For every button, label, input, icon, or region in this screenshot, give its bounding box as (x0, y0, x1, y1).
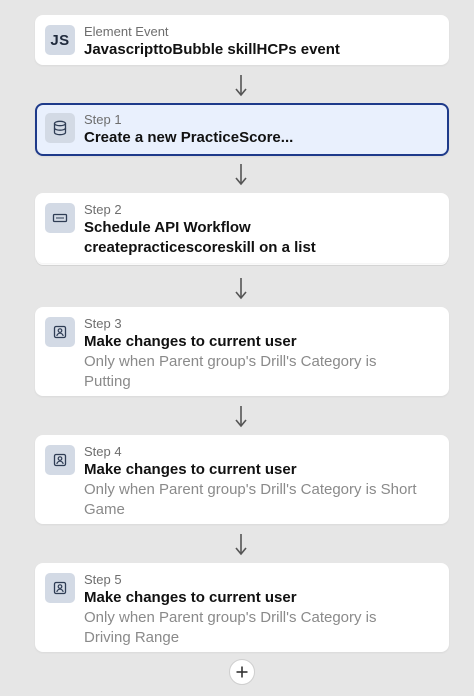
step-5-card[interactable]: Step 5 Make changes to current user Only… (35, 563, 449, 652)
user-card-icon (45, 573, 75, 603)
step-2-card[interactable]: Step 2 Schedule API Workflow createpract… (35, 193, 449, 263)
step-label: Step 4 (84, 444, 122, 459)
step-3-text: Step 3 Make changes to current user Only… (84, 316, 439, 392)
step-condition-line-1: Only when Parent group's Drill's Categor… (84, 609, 377, 626)
step-1-card[interactable]: Step 1 Create a new PracticeScore... (35, 103, 449, 156)
step-title-line-2: createpracticescoreskill on a list (84, 239, 316, 256)
step-label: Step 3 (84, 316, 122, 331)
step-condition-line-2: Putting (84, 373, 131, 390)
add-step-button[interactable] (229, 659, 255, 685)
database-icon (45, 113, 75, 143)
step-3-card[interactable]: Step 3 Make changes to current user Only… (35, 307, 449, 396)
step-condition-line-1: Only when Parent group's Drill's Categor… (84, 353, 377, 370)
step-condition-line-1: Only when Parent group's Drill's Categor… (84, 481, 417, 498)
step-2-text: Step 2 Schedule API Workflow createpract… (84, 202, 439, 258)
user-card-icon (45, 445, 75, 475)
javascript-icon: JS (45, 25, 75, 55)
event-type-label: Element Event (84, 24, 169, 39)
arrow-down-icon (235, 278, 247, 300)
step-4-card[interactable]: Step 4 Make changes to current user Only… (35, 435, 449, 524)
arrow-down-icon (235, 164, 247, 186)
step-title: Create a new PracticeScore... (84, 129, 294, 146)
step-label: Step 2 (84, 202, 122, 217)
event-title: JavascripttoBubble skillHCPs event (84, 41, 340, 58)
arrow-down-icon (235, 534, 247, 556)
step-condition-line-2: Game (84, 501, 125, 518)
step-label: Step 5 (84, 572, 122, 587)
api-workflow-icon (45, 203, 75, 233)
step-title: Make changes to current user (84, 461, 297, 478)
event-text: Element Event JavascripttoBubble skillHC… (84, 24, 439, 60)
plus-icon (236, 666, 248, 678)
step-label: Step 1 (84, 112, 122, 127)
step-title: Make changes to current user (84, 333, 297, 350)
step-4-text: Step 4 Make changes to current user Only… (84, 444, 439, 520)
step-condition-line-2: Driving Range (84, 629, 180, 646)
step-title: Make changes to current user (84, 589, 297, 606)
arrow-down-icon (235, 406, 247, 428)
arrow-down-icon (235, 75, 247, 97)
step-5-text: Step 5 Make changes to current user Only… (84, 572, 439, 648)
step-1-text: Step 1 Create a new PracticeScore... (84, 112, 437, 148)
user-card-icon (45, 317, 75, 347)
event-card[interactable]: JS Element Event JavascripttoBubble skil… (35, 15, 449, 65)
step-title-line-1: Schedule API Workflow (84, 219, 251, 236)
